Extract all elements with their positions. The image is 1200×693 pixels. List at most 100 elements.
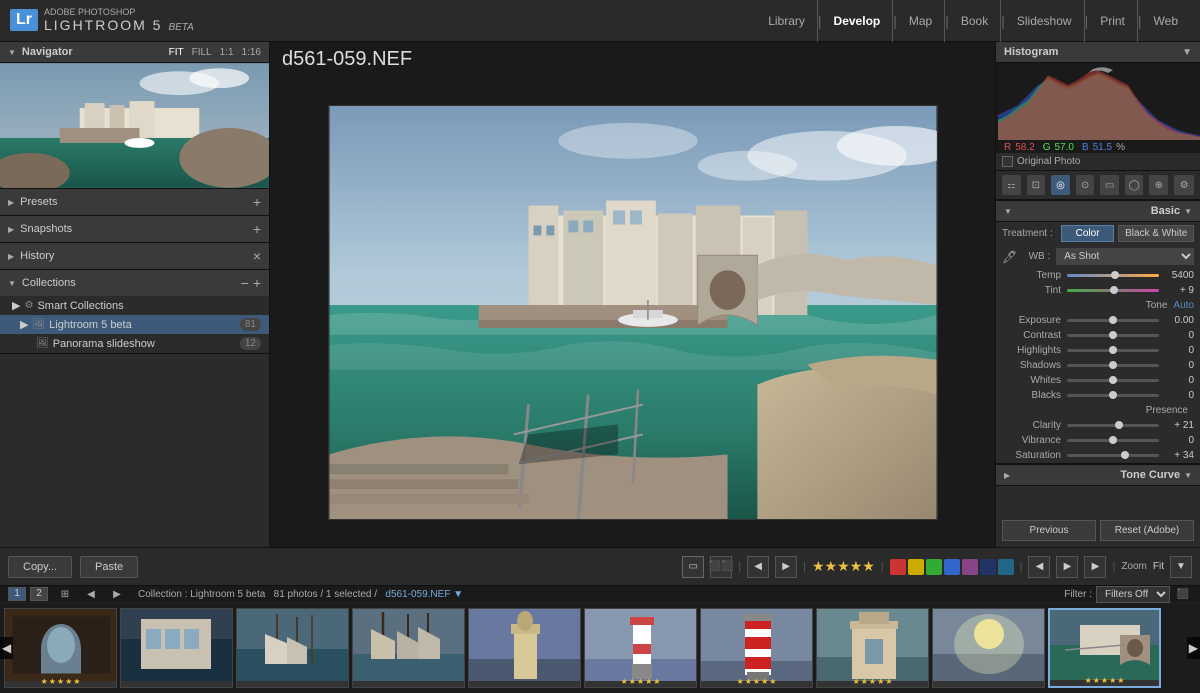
nav-size-fit[interactable]: FIT xyxy=(169,47,184,58)
filmstrip-prev-btn[interactable]: ◀ xyxy=(82,587,100,601)
filter-select[interactable]: Filters Off xyxy=(1096,586,1170,603)
film-thumb-6[interactable]: ★★★★★ xyxy=(584,608,697,688)
filmstrip-filename[interactable]: d561-059.NEF xyxy=(385,589,450,600)
fs-next-btn[interactable]: ▶ xyxy=(1056,556,1078,578)
film-thumb-5[interactable] xyxy=(468,608,581,688)
fs-play-btn[interactable]: ▶ xyxy=(1084,556,1106,578)
nav-size-1-1[interactable]: 1:1 xyxy=(220,47,234,58)
exposure-slider[interactable] xyxy=(1067,319,1159,322)
histogram-expand[interactable]: ▼ xyxy=(1182,47,1192,58)
tool-settings[interactable]: ⚙ xyxy=(1174,175,1194,195)
clarity-slider[interactable] xyxy=(1067,424,1159,427)
label-purple[interactable] xyxy=(962,559,978,575)
zoom-fit[interactable]: Fit xyxy=(1153,561,1164,572)
collection-panorama[interactable]: 🖼 Panorama slideshow 12 xyxy=(0,334,269,353)
image-area[interactable] xyxy=(270,77,995,547)
tool-crop[interactable]: ⊡ xyxy=(1027,175,1046,195)
color-btn[interactable]: Color xyxy=(1061,225,1115,242)
whites-slider[interactable] xyxy=(1067,379,1159,382)
film-thumb-8[interactable]: ★★★★★ xyxy=(816,608,929,688)
label-green[interactable] xyxy=(926,559,942,575)
tone-curve-expand[interactable]: ▼ xyxy=(1184,471,1192,480)
shadows-slider[interactable] xyxy=(1067,364,1159,367)
exposure-thumb[interactable] xyxy=(1109,316,1117,324)
presets-add-btn[interactable]: + xyxy=(253,194,261,210)
tab-slideshow[interactable]: Slideshow xyxy=(1005,0,1085,42)
contrast-thumb[interactable] xyxy=(1109,331,1117,339)
tool-adjustment[interactable]: ⊕ xyxy=(1149,175,1168,195)
copy-button[interactable]: Copy... xyxy=(8,556,72,578)
nav-size-1-16[interactable]: 1:16 xyxy=(242,47,261,58)
blacks-thumb[interactable] xyxy=(1109,391,1117,399)
original-photo-checkbox[interactable] xyxy=(1002,156,1013,167)
collections-minus-btn[interactable]: − xyxy=(241,275,249,291)
filmstrip-dropdown[interactable]: ▼ xyxy=(453,589,463,600)
collections-header[interactable]: ▼ Collections − + xyxy=(0,270,269,296)
blacks-slider[interactable] xyxy=(1067,394,1159,397)
rating-stars[interactable]: ★★★★★ xyxy=(812,558,875,575)
label-dark-blue[interactable] xyxy=(980,559,996,575)
page-1[interactable]: 1 xyxy=(8,587,26,601)
view-compare[interactable]: ⬛⬛ xyxy=(710,556,732,578)
film-thumb-3[interactable] xyxy=(236,608,349,688)
bw-btn[interactable]: Black & White xyxy=(1118,225,1194,242)
snapshots-add-btn[interactable]: + xyxy=(253,221,261,237)
whites-thumb[interactable] xyxy=(1109,376,1117,384)
tab-library[interactable]: Library xyxy=(756,0,818,42)
filmstrip-right-arrow[interactable]: ▶ xyxy=(1187,637,1200,659)
reset-adobe-btn[interactable]: Reset (Adobe) xyxy=(1100,520,1194,541)
contrast-slider[interactable] xyxy=(1067,334,1159,337)
nav-size-fill[interactable]: FILL xyxy=(192,47,212,58)
clarity-thumb[interactable] xyxy=(1115,421,1123,429)
tab-map[interactable]: Map xyxy=(897,0,945,42)
film-thumb-2[interactable] xyxy=(120,608,233,688)
grid-view-btn[interactable]: ⊞ xyxy=(56,587,74,601)
filter-expand[interactable]: ⬛ xyxy=(1174,587,1192,601)
view-loupe[interactable]: ▭ xyxy=(682,556,704,578)
tab-print[interactable]: Print xyxy=(1088,0,1138,42)
film-thumb-10[interactable]: ★★★★★ xyxy=(1048,608,1161,688)
tool-redeye[interactable]: ⊙ xyxy=(1076,175,1095,195)
tone-auto-btn[interactable]: Auto xyxy=(1173,300,1194,311)
label-yellow[interactable] xyxy=(908,559,924,575)
tint-slider[interactable] xyxy=(1067,289,1159,292)
shadows-thumb[interactable] xyxy=(1109,361,1117,369)
film-thumb-1[interactable]: ★★★★★ xyxy=(4,608,117,688)
label-blue[interactable] xyxy=(944,559,960,575)
basic-section-header[interactable]: ▼ Basic ▼ xyxy=(996,200,1200,222)
saturation-slider[interactable] xyxy=(1067,454,1159,457)
eyedropper-icon[interactable]: 🖊 xyxy=(1002,250,1017,264)
tool-heal[interactable]: ◎ xyxy=(1051,175,1070,195)
paste-button[interactable]: Paste xyxy=(80,556,138,578)
fs-prev-btn[interactable]: ◀ xyxy=(1028,556,1050,578)
page-2[interactable]: 2 xyxy=(30,587,48,601)
presets-header[interactable]: ▶ Presets + xyxy=(0,189,269,215)
navigator-header[interactable]: ▼ Navigator FIT FILL 1:1 1:16 xyxy=(0,42,269,63)
tool-radial[interactable]: ◯ xyxy=(1125,175,1144,195)
previous-btn[interactable]: Previous xyxy=(1002,520,1096,541)
filmstrip-next-btn[interactable]: ▶ xyxy=(108,587,126,601)
wb-selector[interactable]: As Shot xyxy=(1056,248,1194,265)
collection-smart[interactable]: ▶ ⚙ Smart Collections xyxy=(0,296,269,315)
highlights-thumb[interactable] xyxy=(1109,346,1117,354)
zoom-dropdown[interactable]: ▼ xyxy=(1170,556,1192,578)
temp-thumb[interactable] xyxy=(1111,271,1119,279)
collections-add-btn[interactable]: + xyxy=(253,275,261,291)
snapshots-header[interactable]: ▶ Snapshots + xyxy=(0,216,269,242)
basic-expand[interactable]: ▼ xyxy=(1184,207,1192,216)
tone-curve-header[interactable]: ▶ Tone Curve ▼ xyxy=(996,464,1200,486)
tool-gradient[interactable]: ▭ xyxy=(1100,175,1119,195)
film-thumb-9[interactable] xyxy=(932,608,1045,688)
film-thumb-7[interactable]: ★★★★★ xyxy=(700,608,813,688)
label-teal[interactable] xyxy=(998,559,1014,575)
label-red[interactable] xyxy=(890,559,906,575)
vibrance-slider[interactable] xyxy=(1067,439,1159,442)
tint-thumb[interactable] xyxy=(1110,286,1118,294)
tab-web[interactable]: Web xyxy=(1142,0,1190,42)
temp-slider[interactable] xyxy=(1067,274,1159,277)
next-arrow[interactable]: ▶ xyxy=(775,556,797,578)
filmstrip-left-arrow[interactable]: ◀ xyxy=(0,637,13,659)
tab-develop[interactable]: Develop xyxy=(822,0,894,42)
highlights-slider[interactable] xyxy=(1067,349,1159,352)
film-thumb-4[interactable] xyxy=(352,608,465,688)
